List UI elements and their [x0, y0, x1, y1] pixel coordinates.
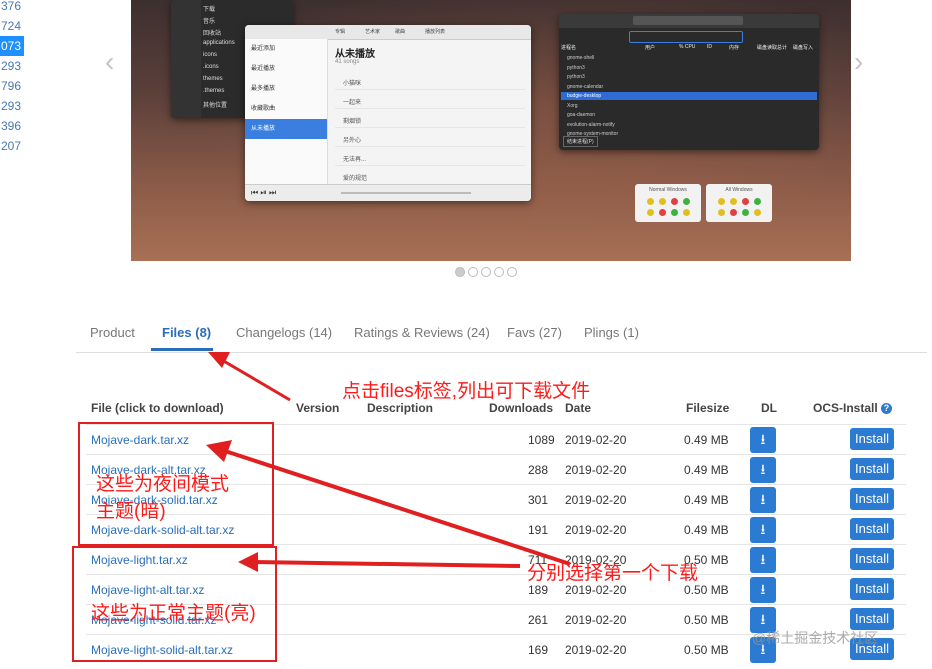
- arrow-to-files-tab: [221, 358, 291, 402]
- annotation-choose-first: 分别选择第一个下载: [527, 563, 699, 584]
- arrow-to-dark-first: [221, 448, 571, 566]
- annotation-files-tab: 点击files标签,列出可下载文件: [342, 381, 591, 402]
- arrow-head-files-tab: [208, 352, 230, 368]
- annotation-light: 这些为正常主题(亮): [91, 603, 256, 624]
- arrow-head-light-first: [238, 552, 258, 572]
- annotation-dark-line2: 主题(暗): [96, 501, 166, 522]
- watermark: @稀土掘金技术社区: [752, 630, 879, 646]
- arrow-to-light-first: [251, 560, 521, 568]
- annotation-arrows: [206, 352, 571, 572]
- annotation-dark-line1: 这些为夜间模式: [96, 474, 230, 495]
